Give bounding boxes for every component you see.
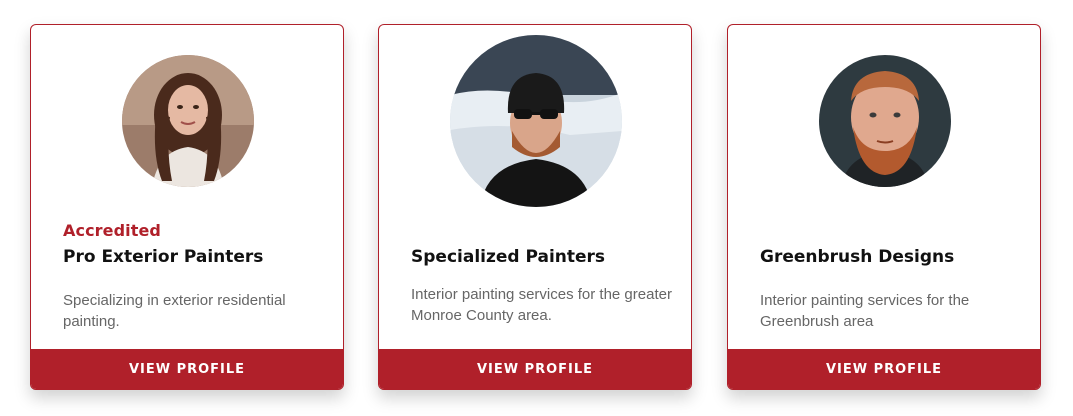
painter-cards-grid: Accredited Pro Exterior Painters Special… [0,0,1073,416]
company-description: Interior painting services for the great… [411,286,672,324]
accredited-badge: Accredited [63,221,161,240]
avatar-photo-man-beard [819,55,951,187]
company-description: Interior painting services for the Green… [760,292,970,330]
view-profile-button[interactable]: VIEW PROFILE [728,349,1040,389]
avatar-photo-woman [122,55,254,187]
company-name: Specialized Painters [411,247,606,267]
painter-card: Greenbrush Designs Interior painting ser… [727,24,1041,390]
avatar[interactable] [819,55,951,187]
avatar-photo-man-beanie [450,35,622,207]
company-name: Pro Exterior Painters [63,247,264,267]
view-profile-button[interactable]: VIEW PROFILE [31,349,343,389]
view-profile-button[interactable]: VIEW PROFILE [379,349,691,389]
painter-card: Specialized Painters Interior painting s… [378,24,692,390]
avatar[interactable] [122,55,254,187]
company-name: Greenbrush Designs [760,247,955,267]
company-description: Specializing in exterior residential pai… [63,292,286,330]
painter-card: Accredited Pro Exterior Painters Special… [30,24,344,390]
avatar[interactable] [450,35,622,207]
